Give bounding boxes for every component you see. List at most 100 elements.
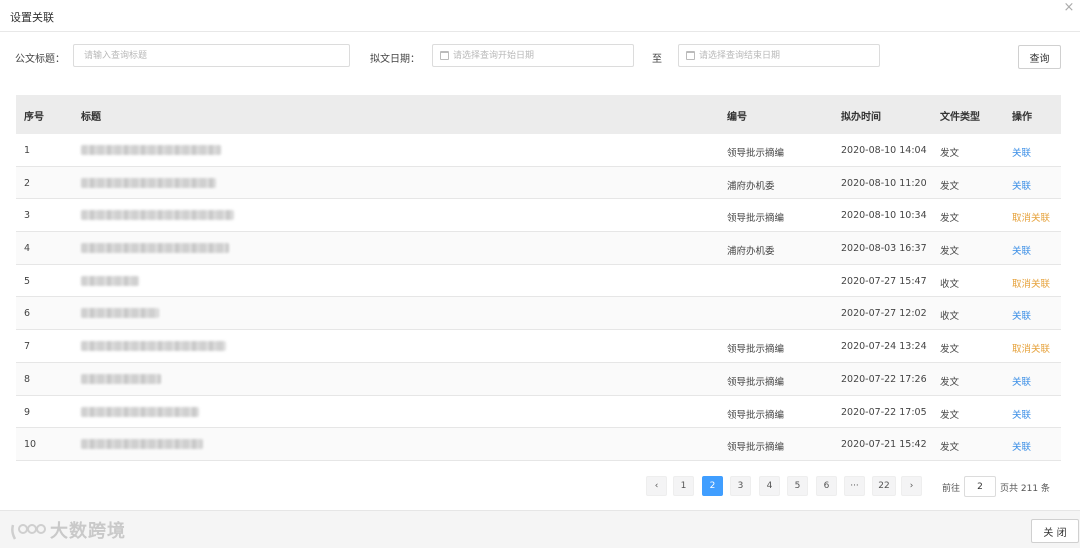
goto-suffix: 页共 211 条 xyxy=(1000,484,1050,494)
cell-title-redacted xyxy=(81,210,234,221)
end-date-picker[interactable] xyxy=(678,44,880,67)
table-body: 1 领导批示摘编 2020-08-10 14:04 发文 关联 2 浦府办机委 2020-08… xyxy=(16,134,1061,461)
cell-index: 7 xyxy=(24,341,31,353)
page-button[interactable]: 22 xyxy=(872,476,896,496)
cell-time: 2020-08-03 16:37 xyxy=(841,243,927,255)
cell-type: 发文 xyxy=(940,246,960,258)
header-index: 序号 xyxy=(24,112,44,123)
page-button[interactable]: 1 xyxy=(673,476,694,496)
link-action[interactable]: 关联 xyxy=(1012,308,1031,322)
close-button[interactable]: 关 闭 xyxy=(1031,519,1079,543)
goto-page-input[interactable] xyxy=(964,476,996,497)
watermark: 大数跨境 xyxy=(10,517,126,543)
cell-number: 领导批示摘编 xyxy=(727,148,785,159)
start-date-picker[interactable] xyxy=(432,44,634,67)
cell-time: 2020-07-21 15:42 xyxy=(841,439,927,451)
cell-title-redacted xyxy=(81,145,221,155)
calendar-icon xyxy=(440,51,449,60)
dialog-header: 设置关联 × xyxy=(0,0,1080,32)
link-action[interactable]: 关联 xyxy=(1012,374,1031,388)
cell-type: 发文 xyxy=(940,409,960,421)
cell-index: 3 xyxy=(24,210,31,222)
page-button[interactable]: 4 xyxy=(759,476,780,496)
cell-number: 领导批示摘编 xyxy=(727,442,785,454)
header-title: 标题 xyxy=(81,112,101,123)
table-row: 7 领导批示摘编 2020-07-24 13:24 发文 取消关联 xyxy=(16,330,1061,363)
cell-number: 浦府办机委 xyxy=(727,180,775,192)
cell-index: 10 xyxy=(24,439,37,451)
header-number: 编号 xyxy=(727,112,747,123)
cell-type: 发文 xyxy=(940,148,960,159)
watermark-logo-icon xyxy=(11,524,46,540)
table-row: 8 领导批示摘编 2020-07-22 17:26 发文 关联 xyxy=(16,362,1061,396)
end-date-input[interactable] xyxy=(699,45,875,66)
cell-type: 发文 xyxy=(940,344,960,356)
cell-type: 发文 xyxy=(940,213,960,225)
table-row: 4 浦府办机委 2020-08-03 16:37 发文 关联 xyxy=(16,232,1061,265)
table-header: 序号 标题 编号 拟办时间 文件类型 操作 xyxy=(16,95,1061,134)
cell-index: 8 xyxy=(24,373,31,385)
cell-type: 收文 xyxy=(940,278,960,290)
table-row: 9 领导批示摘编 2020-07-22 17:05 发文 关联 xyxy=(16,395,1061,429)
cell-time: 2020-07-24 13:24 xyxy=(841,341,927,353)
calendar-icon xyxy=(686,51,695,60)
page-button[interactable]: 5 xyxy=(787,476,808,496)
link-action[interactable]: 关联 xyxy=(1012,243,1031,257)
cell-time: 2020-07-27 12:02 xyxy=(841,308,927,320)
watermark-text: 大数跨境 xyxy=(50,521,126,542)
cell-title-redacted xyxy=(81,308,159,319)
dialog-title: 设置关联 xyxy=(10,11,54,24)
table-row: 10 领导批示摘编 2020-07-21 15:42 发文 关联 xyxy=(16,428,1061,461)
query-button[interactable]: 查询 xyxy=(1018,45,1061,69)
table-row: 5 2020-07-27 15:47 收文 取消关联 xyxy=(16,264,1061,298)
cell-title-redacted xyxy=(81,341,226,352)
table-row: 6 2020-07-27 12:02 收文 关联 xyxy=(16,297,1061,331)
header-time: 拟办时间 xyxy=(841,112,881,123)
cell-time: 2020-07-22 17:05 xyxy=(841,406,927,418)
unlink-action[interactable]: 取消关联 xyxy=(1012,210,1050,224)
cell-type: 发文 xyxy=(940,180,960,192)
cell-index: 5 xyxy=(24,275,31,287)
cell-number: 领导批示摘编 xyxy=(727,213,785,225)
cell-number: 领导批示摘编 xyxy=(727,409,785,421)
unlink-action[interactable]: 取消关联 xyxy=(1012,276,1050,290)
title-search-input[interactable] xyxy=(73,44,350,67)
to-label: 至 xyxy=(652,54,662,65)
link-action[interactable]: 关联 xyxy=(1012,145,1031,159)
cell-time: 2020-08-10 14:04 xyxy=(841,145,927,156)
page-ellipsis[interactable]: ··· xyxy=(844,476,865,496)
page-button[interactable]: 6 xyxy=(816,476,837,496)
header-type: 文件类型 xyxy=(940,112,980,123)
dialog-footer: 大数跨境 关 闭 xyxy=(0,510,1080,548)
cell-type: 收文 xyxy=(940,311,960,323)
cell-title-redacted xyxy=(81,373,161,384)
start-date-input[interactable] xyxy=(453,45,629,66)
date-label: 拟文日期： xyxy=(370,54,420,65)
next-page-icon[interactable]: › xyxy=(901,476,922,496)
link-action[interactable]: 关联 xyxy=(1012,407,1031,421)
page-button[interactable]: 3 xyxy=(730,476,751,496)
cell-index: 4 xyxy=(24,243,31,255)
close-icon[interactable]: × xyxy=(1062,1,1076,15)
cell-type: 发文 xyxy=(940,376,960,388)
cell-title-redacted xyxy=(81,243,229,254)
cell-title-redacted xyxy=(81,406,199,417)
prev-page-icon[interactable]: ‹ xyxy=(646,476,667,496)
pagination: ‹ 123456 ··· 22 › 前往 页共 211 条 xyxy=(0,476,1080,498)
cell-time: 2020-08-10 10:34 xyxy=(841,210,927,222)
cell-title-redacted xyxy=(81,439,203,450)
link-action[interactable]: 关联 xyxy=(1012,178,1031,192)
table-row: 3 领导批示摘编 2020-08-10 10:34 发文 取消关联 xyxy=(16,199,1061,233)
cell-index: 1 xyxy=(24,145,31,156)
cell-time: 2020-07-27 15:47 xyxy=(841,275,927,287)
cell-number: 领导批示摘编 xyxy=(727,344,785,356)
unlink-action[interactable]: 取消关联 xyxy=(1012,341,1050,355)
title-label: 公文标题： xyxy=(15,54,65,65)
goto-prefix: 前往 xyxy=(942,484,961,494)
link-action[interactable]: 关联 xyxy=(1012,439,1031,453)
header-action: 操作 xyxy=(1012,112,1032,123)
cell-index: 9 xyxy=(24,406,31,418)
cell-index: 6 xyxy=(24,308,31,320)
cell-time: 2020-08-10 11:20 xyxy=(841,177,927,189)
page-button[interactable]: 2 xyxy=(702,476,723,496)
